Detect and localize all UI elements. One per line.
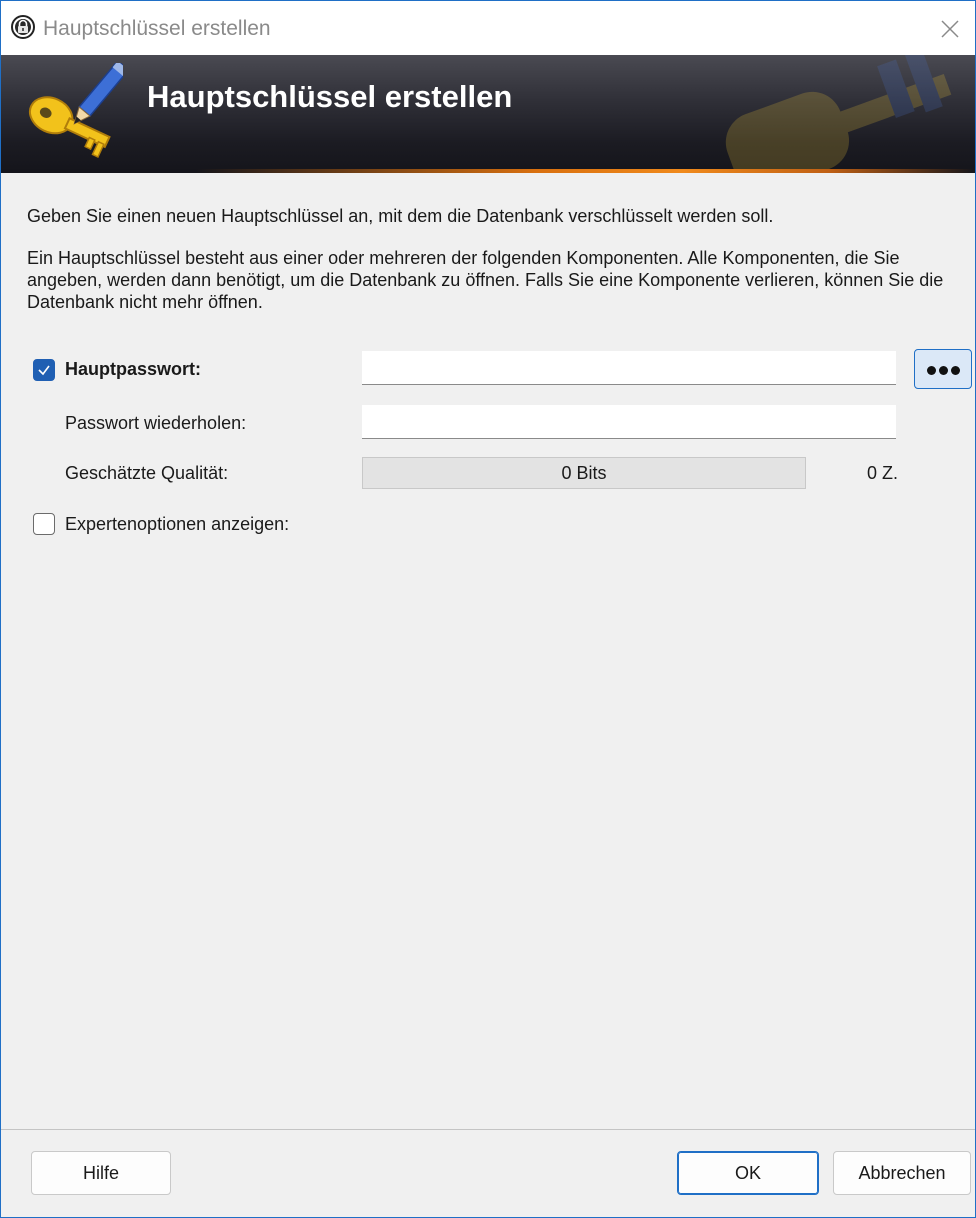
checkmark-icon <box>38 365 50 376</box>
master-password-input[interactable] <box>362 351 896 385</box>
dialog-content: Geben Sie einen neuen Hauptschlüssel an,… <box>1 173 975 1131</box>
quality-chars-count: 0 Z. <box>867 463 899 483</box>
key-pencil-icon <box>28 63 123 158</box>
quality-progress-bar: 0 Bits <box>362 457 806 489</box>
close-icon <box>941 20 959 38</box>
window-title: Hauptschlüssel erstellen <box>43 17 271 40</box>
title-bar: Hauptschlüssel erstellen <box>1 1 975 55</box>
banner-watermark-icon <box>725 55 952 173</box>
description-text: Ein Hauptschlüssel besteht aus einer ode… <box>27 248 944 312</box>
help-button[interactable]: Hilfe <box>31 1151 171 1195</box>
cancel-button[interactable]: Abbrechen <box>833 1151 971 1195</box>
show-password-button[interactable] <box>914 349 972 389</box>
ok-button[interactable]: OK <box>677 1151 819 1195</box>
footer-divider <box>1 1129 975 1130</box>
intro-text: Geben Sie einen neuen Hauptschlüssel an,… <box>27 206 774 226</box>
quality-label: Geschätzte Qualität: <box>65 463 229 483</box>
repeat-password-input[interactable] <box>362 405 896 439</box>
header-banner: Hauptschlüssel erstellen <box>1 55 975 173</box>
dot-icon <box>927 366 936 375</box>
repeat-password-label: Passwort wiederholen: <box>65 413 247 433</box>
expert-options-checkbox[interactable] <box>33 513 55 535</box>
dialog-window: Hauptschlüssel erstellen Hauptschlüssel … <box>0 0 976 1218</box>
close-button[interactable] <box>925 1 975 55</box>
dot-icon <box>951 366 960 375</box>
banner-title: Hauptschlüssel erstellen <box>147 79 513 114</box>
quality-bits-text: 0 Bits <box>561 463 607 483</box>
lock-icon <box>11 15 35 39</box>
master-password-label: Hauptpasswort: <box>65 359 202 379</box>
dot-icon <box>939 366 948 375</box>
master-password-checkbox[interactable] <box>33 359 55 381</box>
expert-options-label: Expertenoptionen anzeigen: <box>65 514 290 534</box>
